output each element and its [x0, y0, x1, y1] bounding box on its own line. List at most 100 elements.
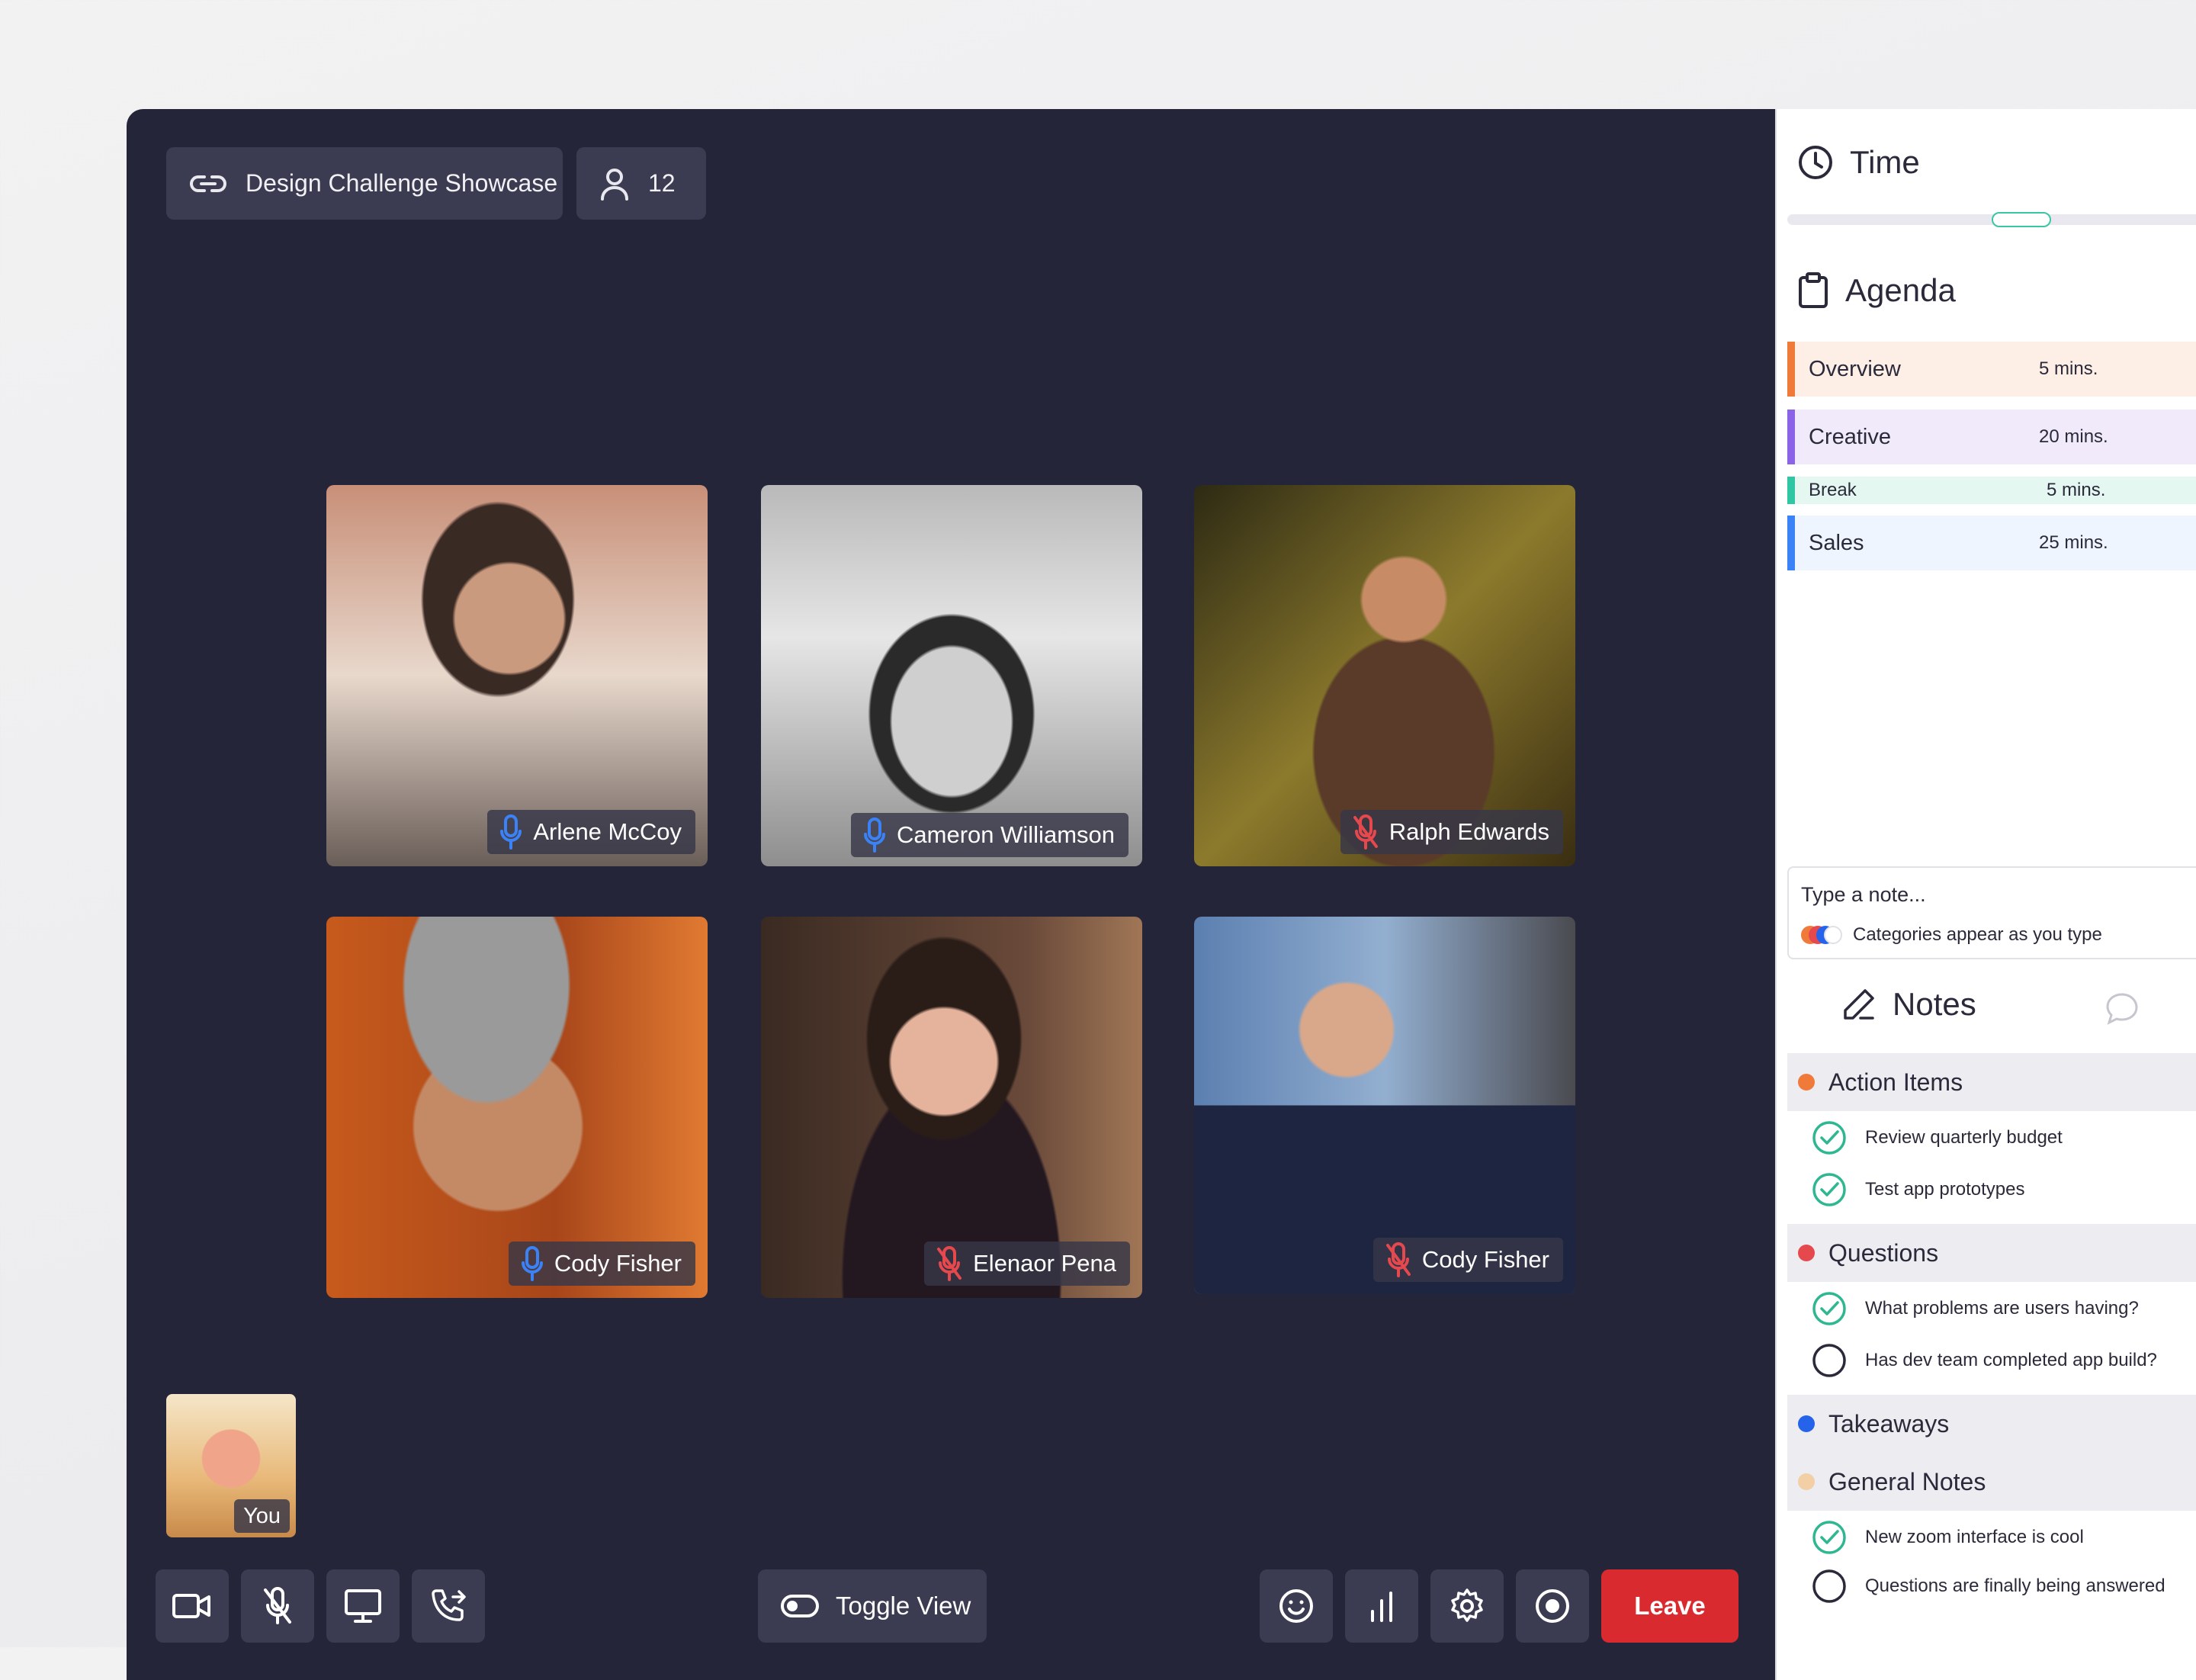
category-general-notes[interactable]: General Notes	[1787, 1453, 2196, 1511]
agenda-duration: 5 mins.	[2047, 480, 2106, 500]
time-title: Time	[1850, 144, 1920, 180]
toggle-view-label: Toggle View	[836, 1592, 971, 1620]
category-name: Action Items	[1828, 1068, 1963, 1096]
video-tile[interactable]: Elenaor Pena	[761, 917, 1142, 1298]
agenda-item-break[interactable]: Break 5 mins.	[1787, 477, 2196, 504]
participant-video	[761, 485, 1142, 866]
participant-name: Ralph Edwards	[1389, 818, 1549, 845]
participant-video	[326, 917, 708, 1298]
smiley-icon	[1279, 1589, 1313, 1623]
side-panel: Time Agenda Overview 5 mins. Creative 20…	[1775, 109, 2196, 1680]
check-circle-icon	[1812, 1173, 1846, 1206]
notes-header: Notes	[1842, 986, 1976, 1023]
note-text: Has dev team completed app build?	[1865, 1350, 2157, 1370]
agenda-label: Creative	[1809, 424, 1891, 449]
note-item[interactable]: Test app prototypes	[1812, 1172, 2024, 1207]
comment-icon[interactable]	[2104, 992, 2140, 1026]
settings-button[interactable]	[1430, 1569, 1504, 1643]
video-tile[interactable]: Ralph Edwards	[1194, 485, 1575, 866]
agenda-header: Agenda	[1798, 272, 1956, 309]
agenda-item-sales[interactable]: Sales 25 mins.	[1787, 516, 2196, 570]
participant-nametag: Elenaor Pena	[924, 1242, 1130, 1286]
video-tile[interactable]: Arlene McCoy	[326, 485, 708, 866]
call-transfer-button[interactable]	[412, 1569, 485, 1643]
participants-chip[interactable]: 12	[576, 147, 706, 220]
note-item[interactable]: Review quarterly budget	[1812, 1120, 2063, 1155]
category-dots-icon	[1801, 926, 1842, 944]
microphone-muted-icon	[1385, 1242, 1411, 1277]
agenda-item-creative[interactable]: Creative 20 mins.	[1787, 410, 2196, 464]
participant-video	[1194, 485, 1575, 866]
video-tile[interactable]: Cameron Williamson	[761, 485, 1142, 866]
agenda-duration: 5 mins.	[2039, 358, 2098, 379]
microphone-muted-icon	[1353, 814, 1378, 850]
note-text: Questions are finally being answered	[1865, 1576, 2166, 1596]
check-circle-icon	[1812, 1292, 1846, 1325]
agenda-color-bar	[1787, 410, 1795, 464]
agenda-label: Overview	[1809, 356, 1901, 381]
category-name: General Notes	[1828, 1467, 1986, 1495]
link-icon	[190, 175, 226, 192]
video-tile[interactable]: Cody Fisher	[326, 917, 708, 1298]
meeting-link-chip[interactable]: Design Challenge Showcase	[166, 147, 563, 220]
note-hint-text: Categories appear as you type	[1853, 924, 2102, 945]
notes-title: Notes	[1893, 986, 1976, 1022]
time-header: Time	[1798, 144, 1920, 181]
agenda-duration: 20 mins.	[2039, 426, 2108, 447]
toggle-view-button[interactable]: Toggle View	[758, 1569, 987, 1643]
record-button[interactable]	[1516, 1569, 1589, 1643]
time-progress-bar	[1787, 212, 2196, 227]
category-action-items[interactable]: Action Items	[1787, 1053, 2196, 1111]
clock-icon	[1799, 146, 1832, 179]
participant-nametag: Arlene McCoy	[487, 810, 695, 854]
self-view-tile[interactable]: You	[166, 1394, 296, 1537]
note-input[interactable]: Type a note... Categories appear as you …	[1787, 866, 2196, 959]
video-camera-icon	[172, 1594, 210, 1618]
check-circle-icon	[1812, 1521, 1846, 1554]
note-item[interactable]: New zoom interface is cool	[1812, 1520, 2084, 1555]
reactions-button[interactable]	[1260, 1569, 1333, 1643]
participant-nametag: Cameron Williamson	[851, 813, 1128, 857]
video-tile[interactable]: Cody Fisher	[1194, 917, 1575, 1294]
note-text: What problems are users having?	[1865, 1298, 2139, 1319]
note-item[interactable]: Has dev team completed app build?	[1812, 1343, 2157, 1378]
category-dot	[1798, 1415, 1815, 1432]
category-dot	[1798, 1074, 1815, 1091]
toggle-icon	[781, 1595, 819, 1617]
participant-name: Cody Fisher	[1421, 1246, 1549, 1273]
stats-button[interactable]	[1345, 1569, 1418, 1643]
self-nametag: You	[234, 1499, 290, 1533]
note-item[interactable]: What problems are users having?	[1812, 1291, 2139, 1326]
leave-button[interactable]: Leave	[1601, 1569, 1738, 1643]
category-dot	[1798, 1245, 1815, 1261]
participant-nametag: Cody Fisher	[508, 1242, 695, 1286]
agenda-color-bar	[1787, 342, 1795, 397]
participant-name: Arlene McCoy	[533, 818, 682, 845]
pencil-icon	[1844, 989, 1874, 1020]
agenda-item-overview[interactable]: Overview 5 mins.	[1787, 342, 2196, 397]
participant-nametag: Ralph Edwards	[1340, 810, 1563, 854]
note-text: New zoom interface is cool	[1865, 1527, 2084, 1547]
clipboard-icon	[1799, 272, 1828, 308]
note-text: Review quarterly budget	[1865, 1127, 2063, 1148]
participant-video	[761, 917, 1142, 1298]
microphone-icon	[864, 818, 886, 853]
time-progress-handle[interactable]	[1992, 212, 2051, 227]
note-item[interactable]: Questions are finally being answered	[1812, 1569, 2166, 1604]
check-circle-icon	[1812, 1121, 1846, 1155]
microphone-muted-icon	[264, 1587, 291, 1624]
microphone-icon	[521, 1246, 543, 1281]
share-screen-button[interactable]	[326, 1569, 400, 1643]
category-takeaways[interactable]: Takeaways	[1787, 1395, 2196, 1453]
microphone-icon	[500, 814, 522, 850]
leave-label: Leave	[1634, 1592, 1706, 1620]
record-icon	[1536, 1589, 1569, 1623]
category-name: Takeaways	[1828, 1409, 1950, 1437]
phone-forward-icon	[432, 1589, 466, 1621]
camera-button[interactable]	[156, 1569, 229, 1643]
category-questions[interactable]: Questions	[1787, 1224, 2196, 1282]
agenda-label: Break	[1809, 480, 1857, 500]
agenda-color-bar	[1787, 477, 1795, 504]
mute-button[interactable]	[241, 1569, 314, 1643]
bar-chart-icon	[1371, 1592, 1392, 1622]
